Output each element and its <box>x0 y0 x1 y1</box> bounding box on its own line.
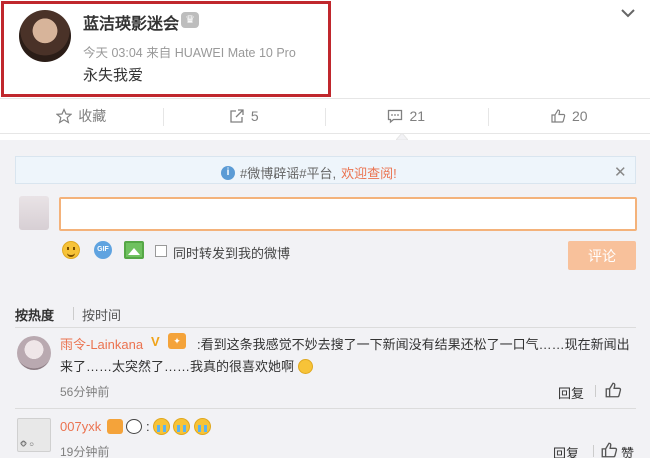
submit-comment-button[interactable]: 评论 <box>568 241 636 270</box>
notice-tag[interactable]: #微博辟谣#平台, <box>240 163 336 182</box>
star-icon <box>56 108 73 124</box>
comment-area <box>0 140 650 458</box>
my-avatar <box>19 196 49 230</box>
comment-count: 21 <box>409 108 426 124</box>
comment-text: :看到这条我感觉不妙去搜了一下新闻没有结果还松了一口气……现在新闻出来了……太突… <box>60 334 635 378</box>
crying-emoji-icon <box>153 418 170 435</box>
info-icon: i <box>221 165 235 180</box>
post-header: 蓝洁瑛影迷会 ♛ 今天 03:04 来自 HUAWEI Mate 10 Pro … <box>0 0 650 97</box>
panda-icon <box>126 419 142 434</box>
comment-time: 56分钟前 <box>60 385 110 399</box>
sort-divider <box>73 307 74 320</box>
sort-by-time-tab[interactable]: 按时间 <box>82 305 121 324</box>
image-icon[interactable] <box>124 241 144 259</box>
favorite-button[interactable]: 收藏 <box>0 99 163 133</box>
sort-by-hot-tab[interactable]: 按热度 <box>15 305 54 324</box>
fan-badge-icon: ✦ <box>168 333 186 349</box>
comment-avatar[interactable] <box>17 336 51 370</box>
share-icon <box>230 109 244 123</box>
vip-icon: V <box>151 334 160 349</box>
like-label[interactable]: 赞 <box>621 443 634 458</box>
comment-username[interactable]: 007yxk <box>60 419 101 434</box>
action-bar: 收藏 5 21 20 <box>0 98 650 134</box>
emoji-icon[interactable] <box>62 241 80 259</box>
close-icon[interactable]: ✕ <box>614 163 627 181</box>
fan-badge-icon <box>107 419 123 434</box>
comment-icon <box>388 109 403 124</box>
reply-button[interactable]: 回复 <box>558 383 584 402</box>
repost-label[interactable]: 同时转发到我的微博 <box>173 243 290 262</box>
thumbs-up-icon[interactable] <box>600 441 618 458</box>
comment-caret <box>396 133 408 140</box>
comment-username[interactable]: 雨令-Lainkana <box>60 334 143 353</box>
comment-input[interactable] <box>59 197 637 231</box>
like-button[interactable]: 20 <box>487 99 650 133</box>
notice-link[interactable]: 欢迎查阅! <box>341 163 397 182</box>
sad-emoji-icon <box>297 359 313 374</box>
comment-button[interactable]: 21 <box>325 99 488 133</box>
notice-banner: i #微博辟谣#平台, 欢迎查阅! <box>15 156 636 184</box>
action-divider <box>595 385 596 397</box>
thumbs-up-icon[interactable] <box>604 381 622 399</box>
sort-underline <box>15 327 636 328</box>
repost-count: 5 <box>250 108 259 124</box>
sort-bar: 按热度 按时间 <box>15 305 636 328</box>
comment-body: :看到这条我感觉不妙去搜了一下新闻没有结果还松了一口气……现在新闻出来了……太突… <box>60 337 630 374</box>
gif-icon[interactable]: GIF <box>94 241 112 259</box>
action-divider <box>593 445 594 457</box>
reply-button[interactable]: 回复 <box>553 443 579 458</box>
repost-checkbox[interactable] <box>155 245 167 257</box>
highlight-box <box>1 1 331 97</box>
thumbs-up-icon <box>551 109 566 123</box>
like-count: 20 <box>571 108 588 124</box>
comment-divider <box>15 408 636 409</box>
comment-colon: : <box>146 419 150 434</box>
favorite-label: 收藏 <box>78 108 107 124</box>
chevron-down-icon[interactable] <box>619 6 637 20</box>
crying-emoji-icon <box>173 418 190 435</box>
crying-emoji-icon <box>194 418 211 435</box>
repost-button[interactable]: 5 <box>162 99 326 133</box>
comment-time: 19分钟前 <box>60 445 110 458</box>
avatar-caption: 🐵 ☺ <box>20 442 35 448</box>
